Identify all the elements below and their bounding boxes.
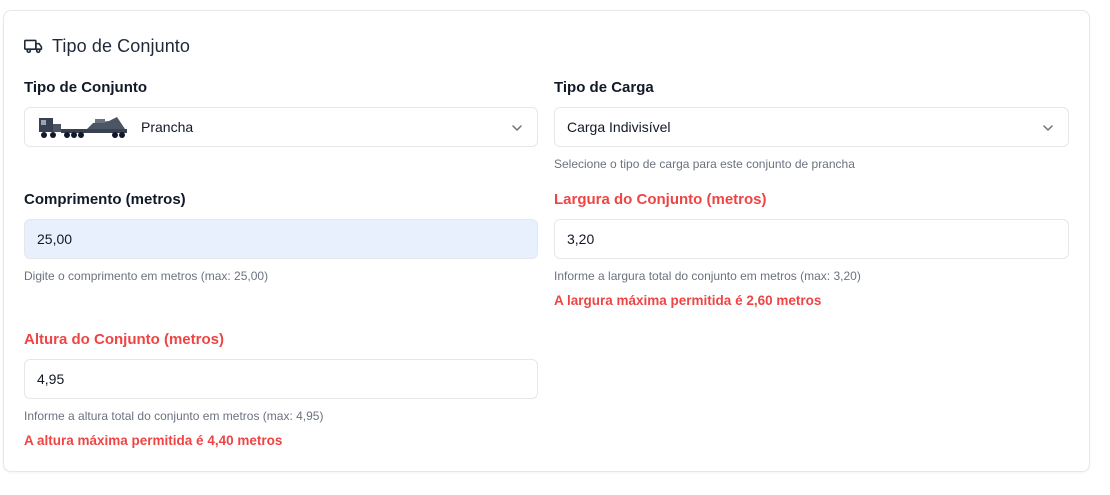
- card-title: Tipo de Conjunto: [52, 35, 191, 56]
- tipo-carga-value: Carga Indivisível: [567, 119, 671, 135]
- truck-icon: [24, 38, 43, 54]
- tipo-conjunto-label: Tipo de Conjunto: [24, 79, 148, 96]
- comprimento-input[interactable]: [37, 231, 525, 247]
- tipo-carga-hint: Selecione o tipo de carga para este conj…: [554, 157, 855, 171]
- largura-hint: Informe a largura total do conjunto em m…: [554, 269, 861, 283]
- altura-label: Altura do Conjunto (metros): [24, 331, 224, 348]
- altura-field[interactable]: [24, 359, 538, 399]
- largura-error: A largura máxima permitida é 2,60 metros: [554, 293, 822, 308]
- tipo-conjunto-value: Prancha: [141, 119, 194, 135]
- chevron-down-icon: [1043, 125, 1053, 131]
- comprimento-label: Comprimento (metros): [24, 191, 186, 208]
- tipo-carga-select[interactable]: Carga Indivisível: [554, 107, 1069, 147]
- largura-label: Largura do Conjunto (metros): [554, 191, 767, 208]
- truck-lowboy-image: [37, 115, 141, 139]
- card-header: Tipo de Conjunto: [24, 35, 190, 57]
- altura-hint: Informe a altura total do conjunto em me…: [24, 409, 324, 423]
- comprimento-hint: Digite o comprimento em metros (max: 25,…: [24, 269, 269, 283]
- tipo-carga-label: Tipo de Carga: [554, 79, 654, 96]
- chevron-down-icon: [512, 125, 522, 131]
- comprimento-field[interactable]: [24, 219, 538, 259]
- altura-error: A altura máxima permitida é 4,40 metros: [24, 433, 283, 448]
- tipo-conjunto-select[interactable]: Prancha: [24, 107, 538, 147]
- largura-input[interactable]: [567, 231, 1056, 247]
- largura-field[interactable]: [554, 219, 1069, 259]
- altura-input[interactable]: [37, 371, 525, 387]
